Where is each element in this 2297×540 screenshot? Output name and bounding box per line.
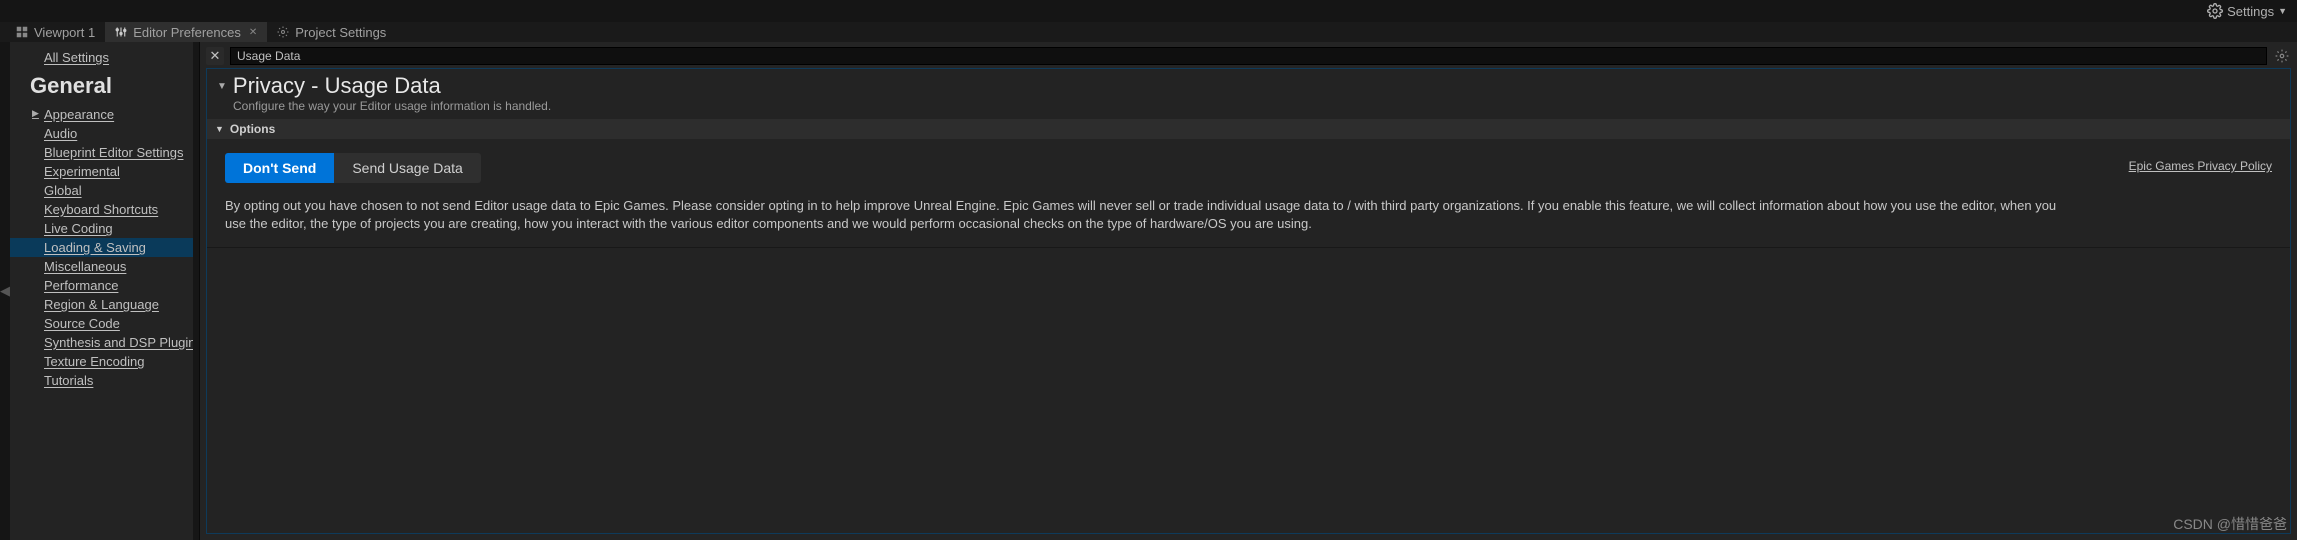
sidebar-item-label: Texture Encoding <box>44 354 144 369</box>
page-subtitle: Configure the way your Editor usage info… <box>207 99 2290 119</box>
tab-bar: Viewport 1 Editor Preferences ✕ Project … <box>0 22 2297 42</box>
gear-icon <box>2207 3 2223 19</box>
sidebar-item-label: Keyboard Shortcuts <box>44 202 158 217</box>
sidebar-all-settings[interactable]: All Settings <box>10 42 199 69</box>
sidebar-item-source-code[interactable]: Source Code <box>10 314 199 333</box>
search-input[interactable] <box>230 47 2267 65</box>
tab-editor-preferences[interactable]: Editor Preferences ✕ <box>105 22 267 42</box>
sidebar-item-synthesis-and-dsp-plugin[interactable]: Synthesis and DSP Plugin <box>10 333 199 352</box>
sidebar-item-audio[interactable]: Audio <box>10 124 199 143</box>
settings-content: ▼ Privacy - Usage Data Configure the way… <box>206 68 2291 534</box>
tab-label: Viewport 1 <box>34 25 95 40</box>
watermark: CSDN @惜惜爸爸 <box>2173 514 2287 534</box>
clear-search-button[interactable]: ✕ <box>206 47 224 65</box>
dock-handle[interactable]: ◀ <box>0 42 10 540</box>
send-usage-data-button[interactable]: Send Usage Data <box>334 153 481 183</box>
search-settings-button[interactable] <box>2273 47 2291 65</box>
sidebar-item-texture-encoding[interactable]: Texture Encoding <box>10 352 199 371</box>
sidebar-group-heading: General <box>10 69 199 105</box>
top-bar: Settings ▼ <box>0 0 2297 22</box>
sidebar-item-miscellaneous[interactable]: Miscellaneous <box>10 257 199 276</box>
usage-data-description: By opting out you have chosen to not sen… <box>225 197 2065 233</box>
sidebar-item-label: Tutorials <box>44 373 93 388</box>
sidebar-item-label: Performance <box>44 278 118 293</box>
sidebar-item-label: Blueprint Editor Settings <box>44 145 183 160</box>
dont-send-button[interactable]: Don't Send <box>225 153 334 183</box>
settings-label: Settings <box>2227 4 2274 19</box>
gear-icon <box>277 26 289 38</box>
tab-label: Editor Preferences <box>133 25 241 40</box>
expander-icon[interactable]: ▶ <box>32 108 39 119</box>
grid-icon <box>16 26 28 38</box>
sidebar-item-label: Synthesis and DSP Plugin <box>44 335 196 350</box>
sidebar-item-live-coding[interactable]: Live Coding <box>10 219 199 238</box>
sidebar-item-label: Region & Language <box>44 297 159 312</box>
section-caret-icon: ▼ <box>215 124 224 134</box>
sidebar-item-label: Loading & Saving <box>44 240 146 255</box>
sidebar-item-blueprint-editor-settings[interactable]: Blueprint Editor Settings <box>10 143 199 162</box>
sidebar-item-appearance[interactable]: ▶ Appearance <box>10 105 199 124</box>
sidebar-item-region-language[interactable]: Region & Language <box>10 295 199 314</box>
sidebar-item-keyboard-shortcuts[interactable]: Keyboard Shortcuts <box>10 200 199 219</box>
chevron-down-icon: ▼ <box>2278 6 2287 16</box>
sliders-icon <box>115 26 127 38</box>
sidebar-item-loading-saving[interactable]: Loading & Saving <box>10 238 199 257</box>
section-label: Options <box>230 122 275 136</box>
sidebar-item-label: Source Code <box>44 316 120 331</box>
sidebar-item-label: Experimental <box>44 164 120 179</box>
sidebar-item-label: Global <box>44 183 82 198</box>
tab-project-settings[interactable]: Project Settings <box>267 22 396 42</box>
sidebar-item-tutorials[interactable]: Tutorials <box>10 371 199 390</box>
sidebar-item-label: Miscellaneous <box>44 259 126 274</box>
section-header-options[interactable]: ▼ Options <box>207 119 2290 139</box>
settings-dropdown[interactable]: Settings ▼ <box>2207 3 2287 19</box>
page-title: Privacy - Usage Data <box>233 73 441 99</box>
privacy-policy-link[interactable]: Epic Games Privacy Policy <box>2129 159 2272 173</box>
close-icon[interactable]: ✕ <box>249 27 257 38</box>
sidebar-item-experimental[interactable]: Experimental <box>10 162 199 181</box>
tab-label: Project Settings <box>295 25 386 40</box>
sidebar-item-performance[interactable]: Performance <box>10 276 199 295</box>
gear-icon <box>2275 49 2289 63</box>
sidebar-item-global[interactable]: Global <box>10 181 199 200</box>
sidebar-item-label: Live Coding <box>44 221 113 236</box>
sidebar: All Settings General ▶ Appearance Audio Blu… <box>10 42 200 540</box>
collapse-caret-icon[interactable]: ▼ <box>217 81 227 92</box>
sidebar-item-label: Audio <box>44 126 77 141</box>
main-panel: ✕ ▼ Privacy - Usage Data Configure the w… <box>200 42 2297 540</box>
tab-viewport[interactable]: Viewport 1 <box>6 22 105 42</box>
sidebar-scrollbar[interactable] <box>193 42 199 540</box>
sidebar-item-label: Appearance <box>44 107 114 122</box>
